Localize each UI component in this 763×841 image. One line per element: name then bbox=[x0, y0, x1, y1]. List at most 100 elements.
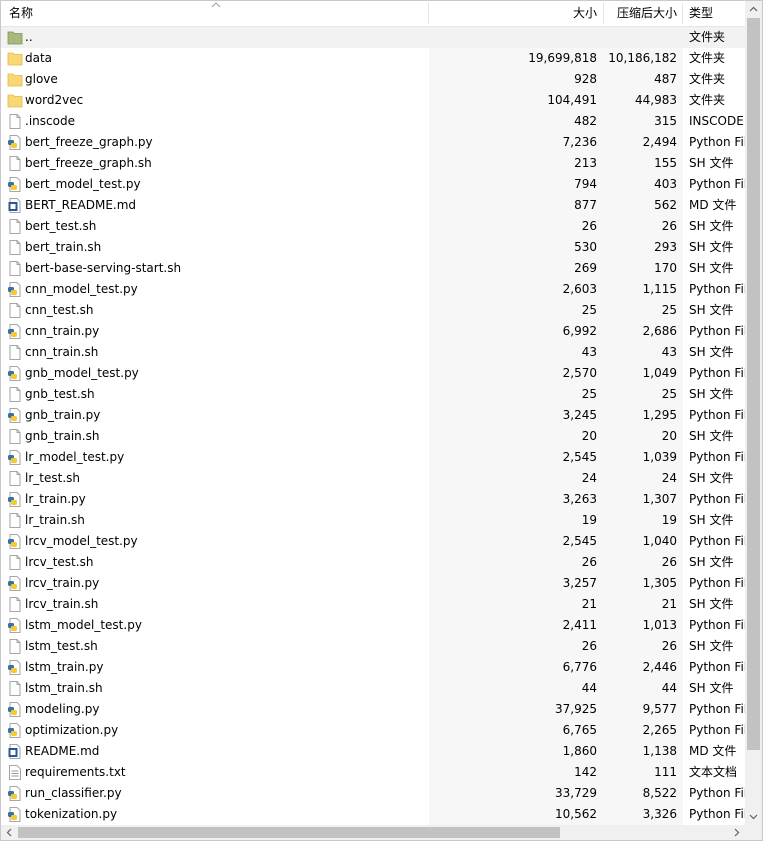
file-type: Python File bbox=[689, 324, 745, 338]
file-icon bbox=[7, 344, 23, 361]
file-packed-size: 1,115 bbox=[642, 282, 677, 296]
file-size: 19,699,818 bbox=[528, 51, 597, 65]
file-icon bbox=[7, 512, 23, 529]
table-row[interactable]: cnn_train.sh 43 43 SH 文件 bbox=[1, 342, 745, 363]
table-row[interactable]: lstm_train.py 6,776 2,446 Python File bbox=[1, 657, 745, 678]
table-row[interactable]: cnn_model_test.py 2,603 1,115 Python File bbox=[1, 279, 745, 300]
column-size-header[interactable]: 大小 bbox=[429, 1, 597, 26]
table-row[interactable]: README.md 1,860 1,138 MD 文件 bbox=[1, 741, 745, 762]
table-row[interactable]: lr_train.py 3,263 1,307 Python File bbox=[1, 489, 745, 510]
file-name: data bbox=[25, 51, 53, 65]
file-packed-size: 1,013 bbox=[642, 618, 677, 632]
table-row[interactable]: bert_freeze_graph.py 7,236 2,494 Python Fil… bbox=[1, 132, 745, 153]
file-size: 3,263 bbox=[562, 492, 597, 506]
file-packed-size: 562 bbox=[654, 198, 677, 212]
table-row[interactable]: gnb_test.sh 25 25 SH 文件 bbox=[1, 384, 745, 405]
table-row[interactable]: bert_model_test.py 794 403 Python File bbox=[1, 174, 745, 195]
file-type: 文件夹 bbox=[689, 93, 726, 107]
table-row[interactable]: lr_test.sh 24 24 SH 文件 bbox=[1, 468, 745, 489]
file-packed-size: 1,040 bbox=[642, 534, 677, 548]
file-name: README.md bbox=[25, 744, 100, 758]
file-packed-size: 1,049 bbox=[642, 366, 677, 380]
table-row[interactable]: modeling.py 37,925 9,577 Python File bbox=[1, 699, 745, 720]
table-row[interactable]: cnn_test.sh 25 25 SH 文件 bbox=[1, 300, 745, 321]
sort-ascending-icon bbox=[211, 2, 221, 8]
table-row[interactable]: bert_freeze_graph.sh 213 155 SH 文件 bbox=[1, 153, 745, 174]
file-packed-size: 2,686 bbox=[642, 324, 677, 338]
table-row[interactable]: lrcv_train.py 3,257 1,305 Python File bbox=[1, 573, 745, 594]
file-packed-size: 170 bbox=[654, 261, 677, 275]
table-row[interactable]: run_classifier.py 33,729 8,522 Python File bbox=[1, 783, 745, 804]
python-file-icon bbox=[7, 323, 23, 340]
table-row[interactable]: glove 928 487 文件夹 bbox=[1, 69, 745, 90]
table-row[interactable]: lstm_train.sh 44 44 SH 文件 bbox=[1, 678, 745, 699]
table-row[interactable]: data 19,699,818 10,186,182 文件夹 bbox=[1, 48, 745, 69]
file-name: bert_freeze_graph.py bbox=[25, 135, 153, 149]
file-packed-size: 403 bbox=[654, 177, 677, 191]
file-icon bbox=[7, 218, 23, 235]
file-icon bbox=[7, 596, 23, 613]
scroll-right-arrow-icon[interactable] bbox=[728, 824, 745, 841]
python-file-icon bbox=[7, 659, 23, 676]
file-name: lrcv_train.sh bbox=[25, 597, 99, 611]
file-packed-size: 1,295 bbox=[642, 408, 677, 422]
file-type: SH 文件 bbox=[689, 429, 734, 443]
file-size: 33,729 bbox=[555, 786, 597, 800]
file-type: Python File bbox=[689, 534, 745, 548]
vertical-scroll-thumb[interactable] bbox=[747, 18, 760, 750]
file-size: 1,860 bbox=[562, 744, 597, 758]
table-row[interactable]: .. 文件夹 bbox=[1, 27, 745, 48]
table-row[interactable]: bert-base-serving-start.sh 269 170 SH 文件 bbox=[1, 258, 745, 279]
column-separator[interactable] bbox=[682, 3, 683, 24]
table-row[interactable]: lrcv_train.sh 21 21 SH 文件 bbox=[1, 594, 745, 615]
scroll-left-arrow-icon[interactable] bbox=[1, 824, 18, 841]
table-row[interactable]: tokenization.py 10,562 3,326 Python File bbox=[1, 804, 745, 825]
file-packed-size: 44,983 bbox=[635, 93, 677, 107]
file-type: 文件夹 bbox=[689, 30, 726, 44]
table-row[interactable]: word2vec 104,491 44,983 文件夹 bbox=[1, 90, 745, 111]
table-row[interactable]: bert_train.sh 530 293 SH 文件 bbox=[1, 237, 745, 258]
scroll-up-arrow-icon[interactable] bbox=[745, 1, 762, 18]
vertical-scrollbar[interactable] bbox=[745, 1, 762, 825]
table-row[interactable]: lrcv_test.sh 26 26 SH 文件 bbox=[1, 552, 745, 573]
table-row[interactable]: lr_train.sh 19 19 SH 文件 bbox=[1, 510, 745, 531]
table-row[interactable]: gnb_train.sh 20 20 SH 文件 bbox=[1, 426, 745, 447]
file-name: requirements.txt bbox=[25, 765, 126, 779]
file-type: Python File bbox=[689, 807, 745, 821]
table-row[interactable]: lrcv_model_test.py 2,545 1,040 Python File bbox=[1, 531, 745, 552]
file-packed-size: 487 bbox=[654, 72, 677, 86]
file-type: SH 文件 bbox=[689, 303, 734, 317]
file-size: 6,776 bbox=[562, 660, 597, 674]
parent-folder-icon bbox=[7, 29, 23, 46]
table-row[interactable]: requirements.txt 142 111 文本文档 bbox=[1, 762, 745, 783]
table-row[interactable]: cnn_train.py 6,992 2,686 Python File bbox=[1, 321, 745, 342]
file-name: lrcv_test.sh bbox=[25, 555, 94, 569]
horizontal-scrollbar[interactable] bbox=[1, 825, 745, 840]
file-icon bbox=[7, 302, 23, 319]
file-packed-size: 20 bbox=[661, 429, 677, 443]
table-row[interactable]: BERT_README.md 877 562 MD 文件 bbox=[1, 195, 745, 216]
table-row[interactable]: lstm_model_test.py 2,411 1,013 Python File bbox=[1, 615, 745, 636]
column-packed-header[interactable]: 压缩后大小 bbox=[604, 1, 677, 26]
file-size: 877 bbox=[574, 198, 597, 212]
scroll-down-arrow-icon[interactable] bbox=[745, 808, 762, 825]
table-row[interactable]: lstm_test.sh 26 26 SH 文件 bbox=[1, 636, 745, 657]
table-row[interactable]: lr_model_test.py 2,545 1,039 Python File bbox=[1, 447, 745, 468]
table-row[interactable]: optimization.py 6,765 2,265 Python File bbox=[1, 720, 745, 741]
text-file-icon bbox=[7, 764, 23, 781]
file-name: bert_model_test.py bbox=[25, 177, 141, 191]
file-name: optimization.py bbox=[25, 723, 119, 737]
table-row[interactable]: gnb_model_test.py 2,570 1,049 Python File bbox=[1, 363, 745, 384]
file-name: glove bbox=[25, 72, 58, 86]
column-type-header[interactable]: 类型 bbox=[689, 1, 745, 26]
file-type: Python File bbox=[689, 660, 745, 674]
table-row[interactable]: bert_test.sh 26 26 SH 文件 bbox=[1, 216, 745, 237]
file-type: Python File bbox=[689, 723, 745, 737]
table-row[interactable]: .inscode 482 315 INSCODE bbox=[1, 111, 745, 132]
horizontal-scroll-thumb[interactable] bbox=[18, 827, 560, 838]
file-name: bert_train.sh bbox=[25, 240, 102, 254]
table-row[interactable]: gnb_train.py 3,245 1,295 Python File bbox=[1, 405, 745, 426]
file-icon bbox=[7, 638, 23, 655]
file-size: 3,257 bbox=[562, 576, 597, 590]
file-size: 25 bbox=[581, 387, 597, 401]
